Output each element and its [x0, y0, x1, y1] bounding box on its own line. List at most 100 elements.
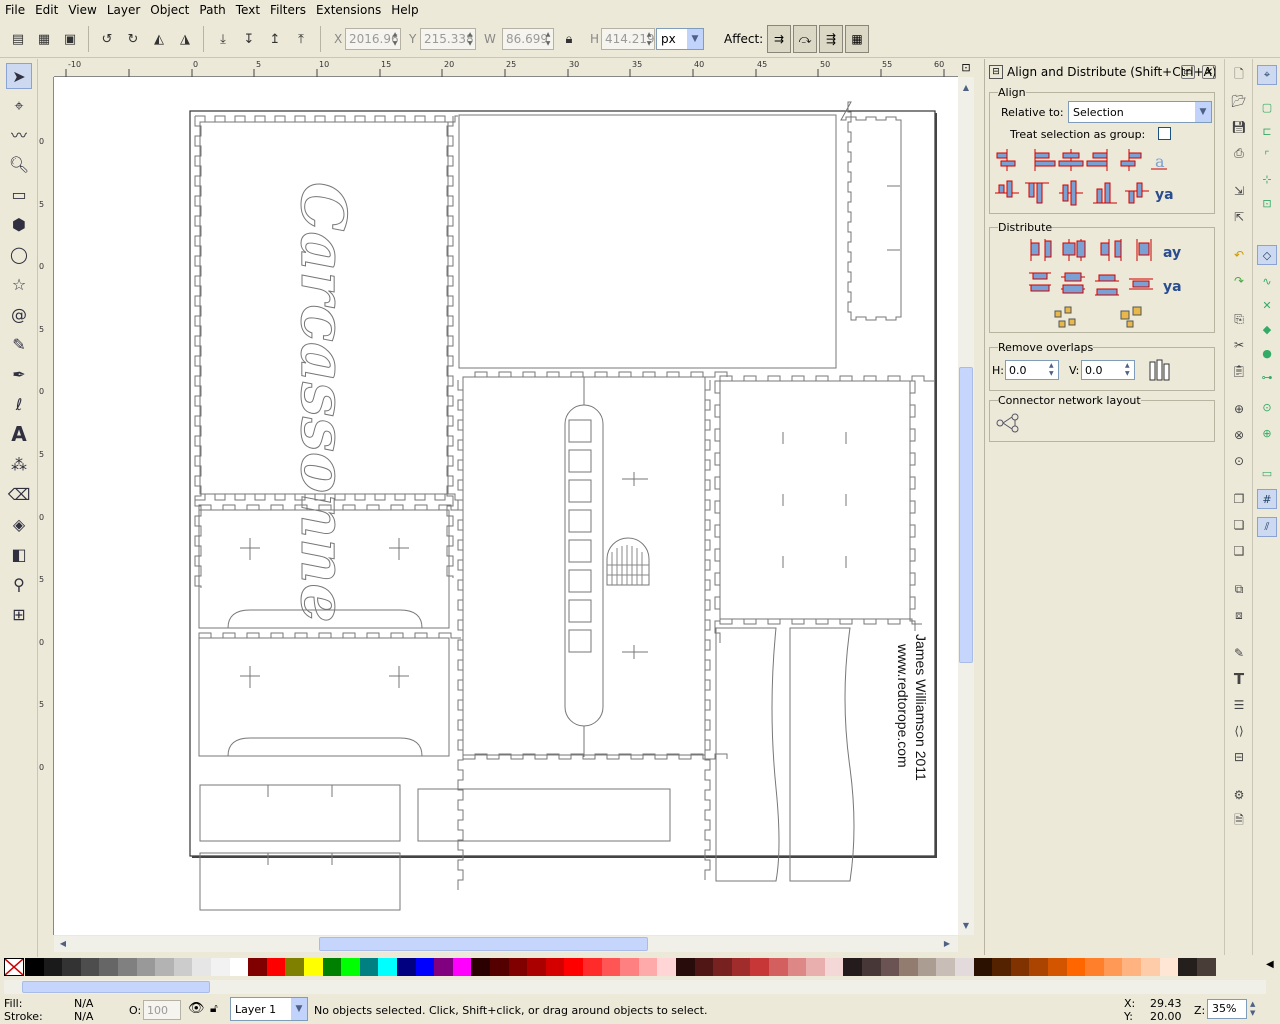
color-swatch[interactable] [322, 958, 342, 976]
align-right-icon[interactable] [1086, 149, 1108, 171]
tweak-tool-icon[interactable]: 〰 [6, 121, 32, 147]
snap-bbox-corners-icon[interactable]: ⌜ [1257, 145, 1277, 165]
color-swatch[interactable] [824, 958, 844, 976]
color-swatch[interactable] [62, 958, 82, 976]
snap-object-centers-icon[interactable]: ⊙ [1257, 397, 1277, 417]
unlink-clone-icon[interactable]: ❑ [1229, 541, 1249, 561]
color-swatch[interactable] [80, 958, 100, 976]
snap-guides-icon[interactable]: ⫽ [1257, 517, 1277, 537]
color-swatch[interactable] [899, 958, 919, 976]
undo-icon[interactable]: ↶ [1229, 245, 1249, 265]
menu-object[interactable]: Object [145, 0, 194, 20]
color-swatch[interactable] [992, 958, 1012, 976]
color-swatch[interactable] [638, 958, 658, 976]
horizontal-scroll-thumb[interactable] [319, 937, 648, 951]
color-swatch[interactable] [359, 958, 379, 976]
snap-page-border-icon[interactable]: ▭ [1257, 463, 1277, 483]
color-swatch[interactable] [1029, 958, 1049, 976]
palette-scrollbar[interactable] [4, 980, 1266, 994]
color-swatch[interactable] [1103, 958, 1123, 976]
zoom-spin-icon[interactable]: ▲ ▼ [1250, 1000, 1255, 1018]
color-swatch[interactable] [917, 958, 937, 976]
color-swatch[interactable] [1085, 958, 1105, 976]
align-baseline-text-icon[interactable]: ya [1155, 187, 1174, 203]
color-swatch[interactable] [1178, 958, 1198, 976]
zoom-field[interactable]: 35% [1207, 999, 1247, 1019]
color-swatch[interactable] [620, 958, 640, 976]
palette-scroll-thumb[interactable] [22, 981, 210, 993]
affect-gradients-icon[interactable]: ⇶ [819, 25, 843, 53]
deselect-icon[interactable]: ▣ [59, 28, 81, 50]
color-swatch[interactable] [1048, 958, 1067, 976]
color-swatch[interactable] [99, 958, 119, 976]
align-top-to-bottom-icon[interactable] [1125, 182, 1149, 204]
menu-path[interactable]: Path [194, 0, 230, 20]
cut-icon[interactable]: ✂ [1229, 335, 1249, 355]
distribute-bottom-icon[interactable] [1095, 274, 1119, 296]
3d-box-tool-icon[interactable]: ⬢ [6, 211, 32, 237]
distribute-centers-v-icon[interactable] [1061, 272, 1085, 294]
color-swatch[interactable] [434, 958, 454, 976]
layer-select[interactable]: Layer 1 ▼ [230, 997, 308, 1021]
color-swatch[interactable] [973, 958, 993, 976]
snap-cusp-nodes-icon[interactable]: ◆ [1257, 319, 1277, 339]
flip-vertical-icon[interactable]: ◮ [174, 28, 196, 50]
color-swatch[interactable] [1141, 958, 1160, 976]
copy-icon[interactable]: ⎘ [1229, 309, 1249, 329]
color-swatch[interactable] [806, 958, 826, 976]
distribute-baseline-h-icon[interactable]: ay [1163, 245, 1181, 261]
snap-intersections-icon[interactable]: ✕ [1257, 295, 1277, 315]
import-icon[interactable]: ⇲ [1229, 181, 1249, 201]
pencil-tool-icon[interactable]: ✎ [6, 331, 32, 357]
redo-icon[interactable]: ↷ [1229, 271, 1249, 291]
color-swatch[interactable] [1010, 958, 1030, 976]
color-swatch[interactable] [1196, 958, 1216, 976]
distribute-left-icon[interactable] [1030, 239, 1052, 261]
export-icon[interactable]: ⇱ [1229, 207, 1249, 227]
xml-editor-icon[interactable]: ⟨⟩ [1229, 721, 1249, 741]
scroll-up-icon[interactable]: ▲ [958, 81, 974, 95]
snap-smooth-nodes-icon[interactable]: ● [1257, 343, 1277, 363]
vertical-scrollbar[interactable]: ▲ ▼ [958, 77, 974, 935]
snap-bbox-icon[interactable]: ▢ [1257, 97, 1277, 117]
treat-as-group-checkbox[interactable] [1158, 127, 1171, 140]
iconify-icon[interactable]: ▭ [1181, 65, 1195, 79]
w-field[interactable]: 86.699 ▲ ▼ [502, 28, 554, 50]
randomize-positions-icon[interactable] [1054, 306, 1076, 328]
menu-extensions[interactable]: Extensions [311, 0, 386, 20]
snap-paths-icon[interactable]: ∿ [1257, 271, 1277, 291]
flip-horizontal-icon[interactable]: ◭ [148, 28, 170, 50]
color-swatch[interactable] [415, 958, 435, 976]
scroll-down-icon[interactable]: ▼ [958, 919, 974, 933]
scroll-left-icon[interactable]: ◀ [56, 936, 70, 952]
eraser-tool-icon[interactable]: ⌫ [6, 481, 32, 507]
snap-bbox-edges-icon[interactable]: ⊏ [1257, 121, 1277, 141]
layer-lock-icon[interactable]: 🔓︎ [210, 1001, 218, 1016]
align-left-to-right-icon[interactable] [1120, 149, 1142, 171]
color-swatch[interactable] [1122, 958, 1142, 976]
snap-midpoints-icon[interactable]: ⊶ [1257, 367, 1277, 387]
rotate-ccw-icon[interactable]: ↺ [96, 28, 118, 50]
color-swatch[interactable] [43, 958, 63, 976]
color-swatch[interactable] [676, 958, 695, 976]
color-swatch[interactable] [229, 958, 249, 976]
snap-rotation-centers-icon[interactable]: ⊕ [1257, 423, 1277, 443]
text-tool-icon[interactable]: A [6, 421, 32, 447]
select-all-icon[interactable]: ▤ [7, 28, 29, 50]
lower-icon[interactable]: ↧ [238, 28, 260, 50]
color-swatch[interactable] [601, 958, 621, 976]
color-swatch[interactable] [564, 958, 584, 976]
raise-to-top-icon[interactable]: ⤒ [290, 28, 312, 50]
color-swatch[interactable] [1066, 958, 1086, 976]
snap-bbox-centers-icon[interactable]: ⊡ [1257, 193, 1277, 213]
ellipse-tool-icon[interactable]: ◯ [6, 241, 32, 267]
align-distribute-icon[interactable]: ⊟ [1229, 747, 1249, 767]
color-swatch[interactable] [211, 958, 230, 976]
color-swatch[interactable] [25, 958, 44, 976]
color-swatch[interactable] [378, 958, 398, 976]
palette-menu-icon[interactable]: ◀ [1266, 959, 1274, 970]
color-swatch[interactable] [583, 958, 602, 976]
star-tool-icon[interactable]: ☆ [6, 271, 32, 297]
y-field[interactable]: 215.338 ▲ ▼ [420, 28, 476, 50]
menu-filters[interactable]: Filters [265, 0, 311, 20]
